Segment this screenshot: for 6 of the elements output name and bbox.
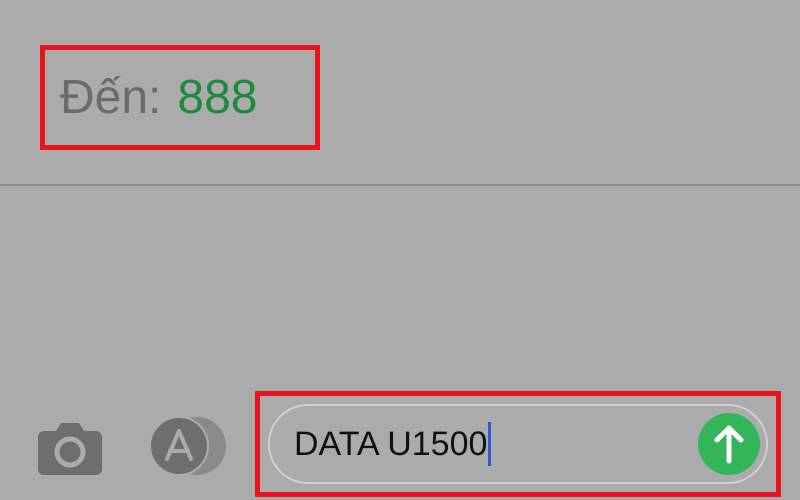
- app-store-icon[interactable]: [150, 417, 226, 475]
- message-text: DATA U1500: [294, 427, 488, 461]
- camera-icon[interactable]: [38, 421, 102, 475]
- recipient-label: Đến:: [60, 74, 162, 122]
- recipient-number: 888: [177, 74, 258, 122]
- message-field[interactable]: DATA U1500: [268, 404, 768, 484]
